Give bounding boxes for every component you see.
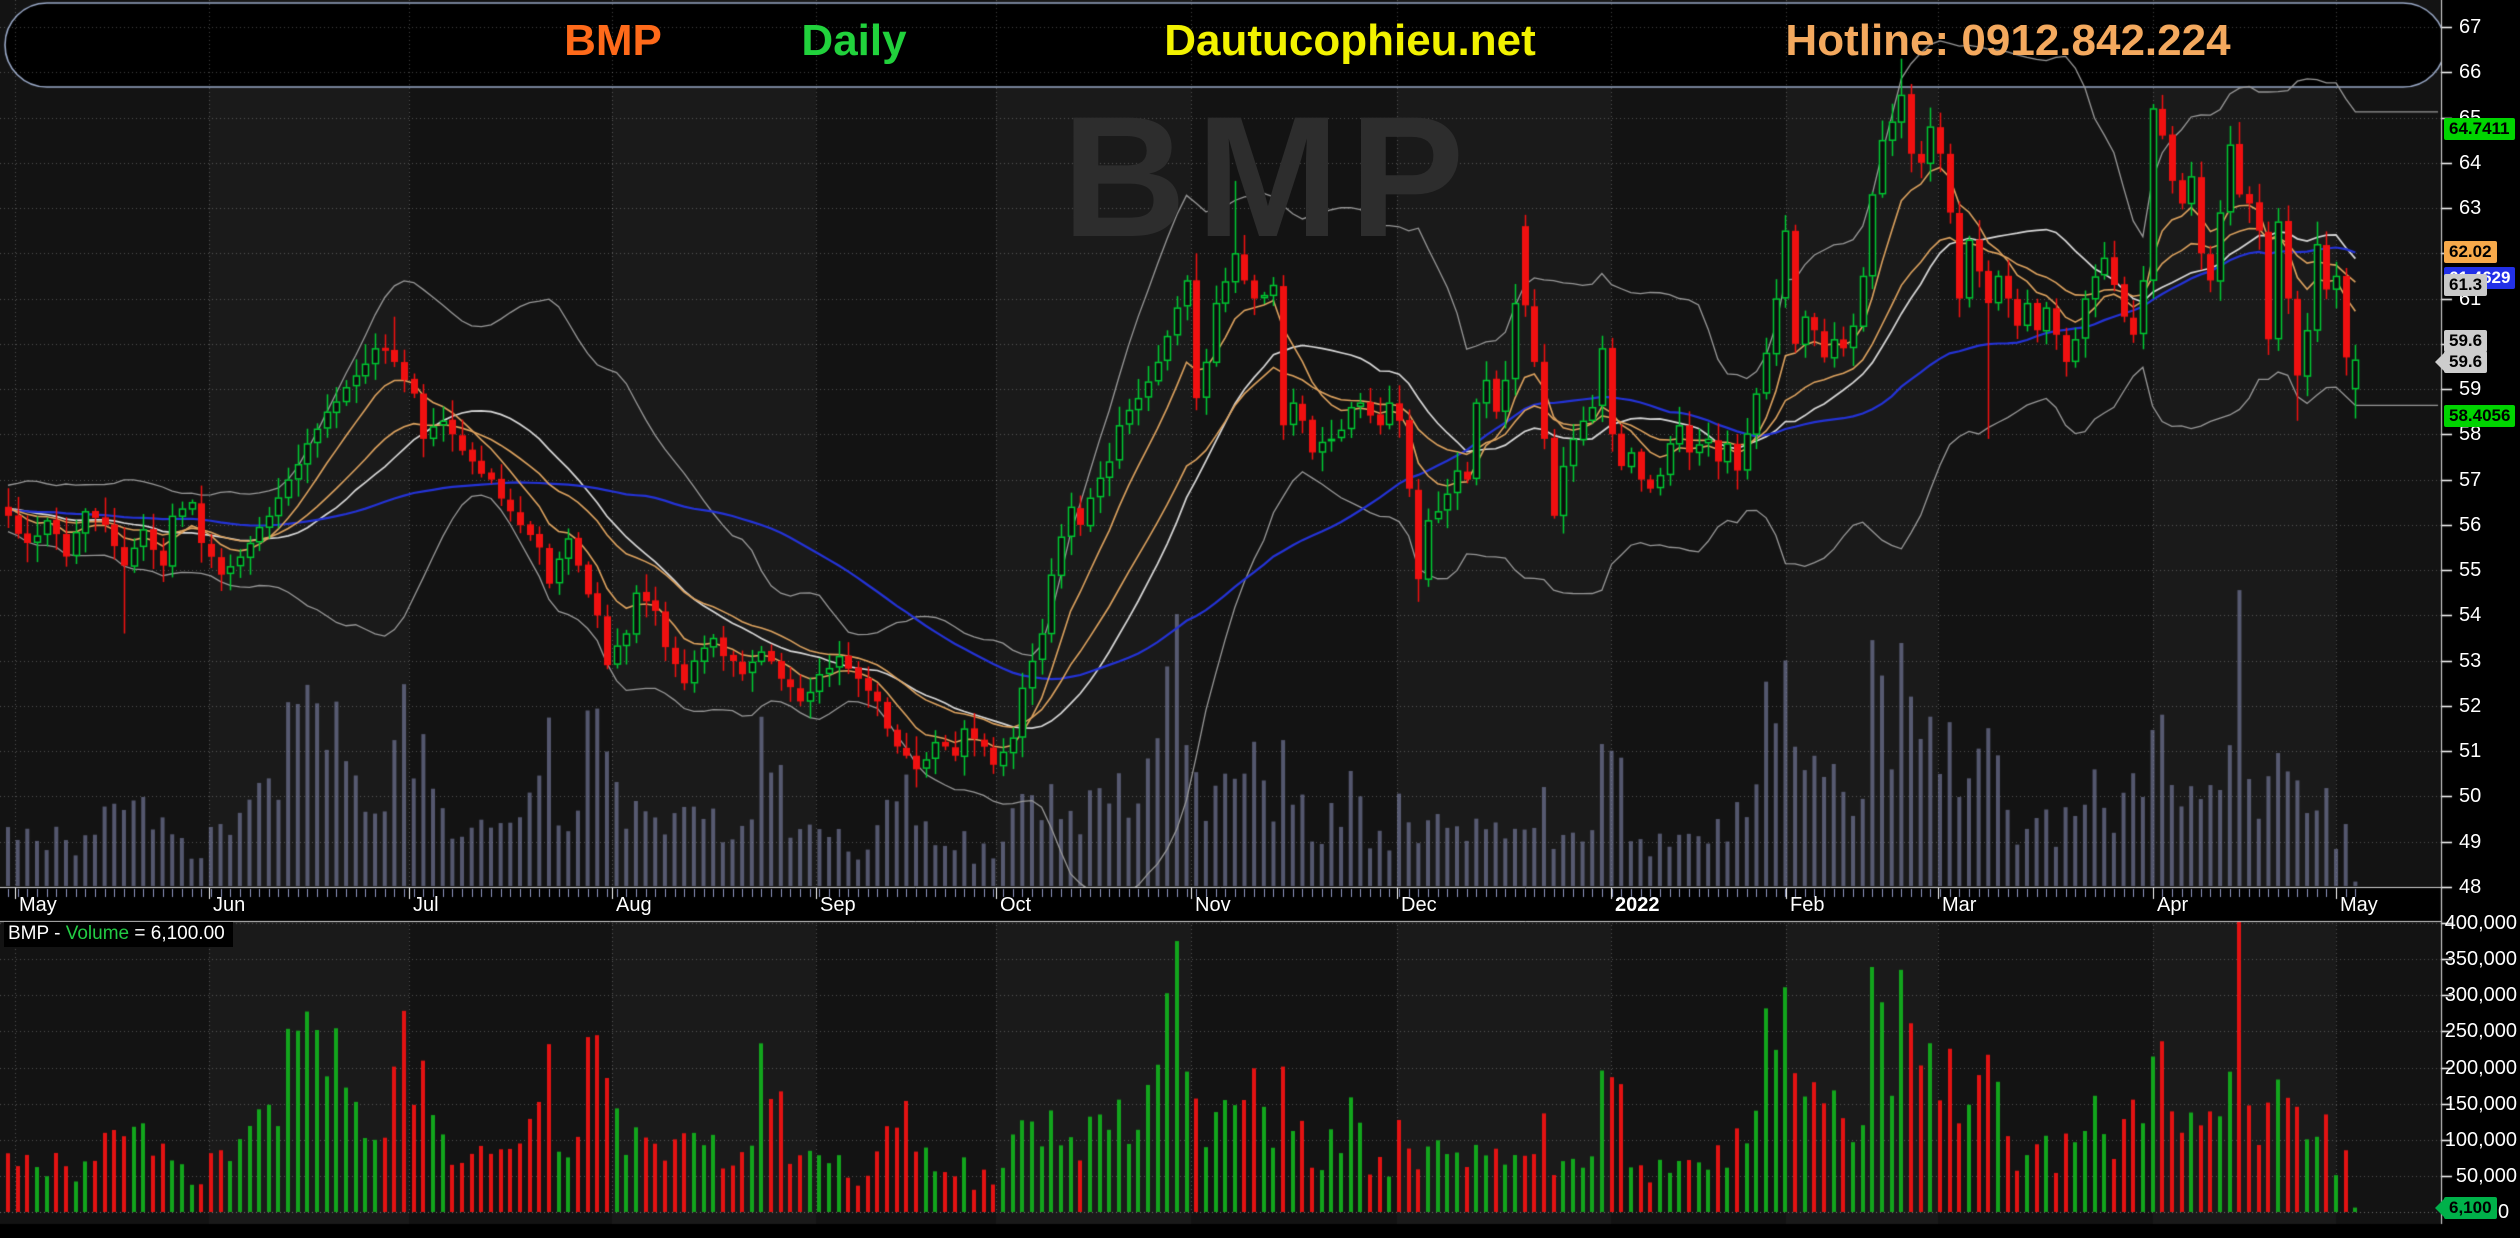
time-axis-month-label: May	[2340, 893, 2378, 917]
price-axis-tick-label: 52	[2459, 695, 2481, 717]
volume-axis-tick-label: 50,000	[2437, 1165, 2517, 1187]
volume-legend-series: Volume	[66, 923, 129, 944]
symbol-watermark: BMP	[1062, 78, 1474, 276]
time-axis-month-label: Nov	[1195, 893, 1231, 917]
price-marker-band-lower: 58.4056	[2444, 405, 2515, 427]
time-axis-month-label: 2022	[1615, 893, 1660, 917]
price-axis-tick-label: 53	[2459, 650, 2481, 672]
price-axis-tick-label: 57	[2459, 469, 2481, 491]
volume-axis-tick-label: 250,000	[2437, 1020, 2517, 1042]
price-axis-tick-label: 66	[2459, 61, 2481, 83]
price-axis-tick-label: 64	[2459, 152, 2481, 174]
time-axis-month-label: Apr	[2157, 893, 2188, 917]
time-axis-month-label: Jun	[213, 893, 245, 917]
price-axis-tick-label: 48	[2459, 876, 2481, 898]
price-axis-tick-label: 63	[2459, 197, 2481, 219]
timeframe-label: Daily	[801, 16, 906, 66]
volume-axis-tick-label: 200,000	[2437, 1057, 2517, 1079]
price-marker-ma-orange: 62.02	[2444, 241, 2497, 263]
time-axis-month-label: Aug	[616, 893, 652, 917]
volume-axis-tick-label: 100,000	[2437, 1129, 2517, 1151]
time-axis-month-label: Feb	[1790, 893, 1824, 917]
price-axis-tick-label: 49	[2459, 831, 2481, 853]
time-axis-month-label: Mar	[1942, 893, 1976, 917]
price-axis-tick-label: 59	[2459, 378, 2481, 400]
volume-legend-symbol: BMP	[8, 923, 49, 944]
time-axis-month-label: Oct	[1000, 893, 1031, 917]
ticker-symbol-label: BMP	[564, 16, 662, 66]
time-axis-month-label: Jul	[413, 893, 439, 917]
price-axis-tick-label: 67	[2459, 16, 2481, 38]
time-axis-month-label: May	[19, 893, 57, 917]
volume-legend-value: = 6,100.00	[129, 923, 225, 944]
price-marker-band-upper: 64.7411	[2444, 118, 2515, 140]
price-axis-tick-label: 56	[2459, 514, 2481, 536]
price-axis-tick-label: 51	[2459, 740, 2481, 762]
price-marker-last-close-stacked: 59.6	[2444, 330, 2487, 352]
price-marker-last-close: 59.6	[2444, 351, 2487, 373]
volume-marker-last: 6,100	[2444, 1197, 2497, 1219]
volume-pane-legend: BMP - Volume = 6,100.00	[4, 922, 233, 947]
volume-axis-tick-label: 400,000	[2437, 912, 2517, 934]
time-axis-month-label: Sep	[820, 893, 856, 917]
price-marker-arrow	[2435, 353, 2444, 371]
volume-axis-tick-label: 150,000	[2437, 1093, 2517, 1115]
price-axis-tick-label: 54	[2459, 604, 2481, 626]
price-marker-ma-white: 61.3	[2444, 274, 2487, 296]
hotline-label: Hotline: 0912.842.224	[1785, 16, 2230, 66]
site-brand-label: Dautucophieu.net	[1164, 16, 1536, 66]
price-axis-tick-label: 50	[2459, 785, 2481, 807]
volume-axis-tick-label: 300,000	[2437, 984, 2517, 1006]
time-axis-month-label: Dec	[1401, 893, 1437, 917]
volume-axis-zero-label: 0	[2498, 1201, 2509, 1224]
volume-legend-separator: -	[49, 923, 66, 944]
price-axis-tick-label: 55	[2459, 559, 2481, 581]
volume-marker-arrow	[2435, 1199, 2444, 1217]
chart-window: BMP BMP Daily Dautucophieu.net Hotline: …	[0, 0, 2520, 1238]
volume-axis-tick-label: 350,000	[2437, 948, 2517, 970]
